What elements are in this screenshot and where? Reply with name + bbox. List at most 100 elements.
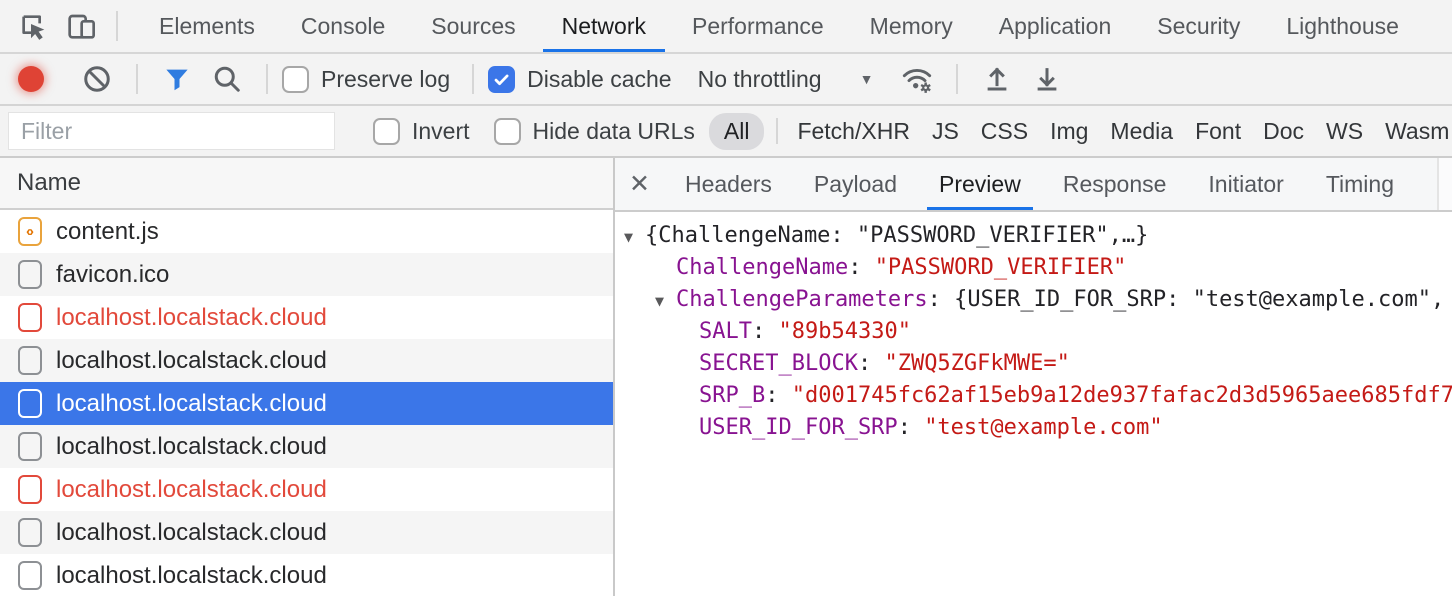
code-glyph: ‹›: [26, 224, 34, 239]
request-row[interactable]: localhost.localstack.cloud: [0, 425, 613, 468]
record-icon[interactable]: [18, 66, 44, 92]
request-name: localhost.localstack.cloud: [56, 347, 327, 375]
device-toolbar-icon[interactable]: [64, 9, 98, 43]
tab-console[interactable]: Console: [278, 0, 408, 52]
divider: [472, 64, 474, 94]
filter-type-ws[interactable]: WS: [1315, 106, 1374, 156]
json-string-value: "PASSWORD_VERIFIER": [875, 255, 1127, 280]
request-name: localhost.localstack.cloud: [56, 433, 327, 461]
detail-tab-headers[interactable]: Headers: [673, 158, 784, 210]
filter-bar: Invert Hide data URLs All Fetch/XHRJSCSSI…: [0, 106, 1452, 158]
request-name: favicon.ico: [56, 261, 169, 289]
detail-tab-bar: ✕ Headers Payload Preview Response Initiator…: [615, 158, 1452, 212]
json-tree-line[interactable]: SRP_B: "d001745fc62af15eb9a12de937fafac2…: [615, 380, 1452, 412]
throttling-select[interactable]: No throttling ▼: [698, 66, 874, 93]
json-text: :: [898, 415, 925, 440]
filter-funnel-icon[interactable]: [161, 63, 193, 95]
checkbox-unchecked[interactable]: [282, 66, 309, 93]
filter-type-css[interactable]: CSS: [970, 106, 1039, 156]
json-text: :: [848, 255, 875, 280]
clear-icon[interactable]: [81, 63, 113, 95]
detail-tabs: Headers Payload Preview Response Initiator Ti…: [664, 158, 1415, 210]
document-file-icon: [18, 346, 42, 375]
invert-label: Invert: [412, 118, 470, 145]
filter-type-wasm[interactable]: Wasm: [1374, 106, 1452, 156]
resource-type-filters: AllFetch/XHRJSCSSImgMediaFontDocWSWasmMa…: [695, 106, 1452, 156]
json-tree-line[interactable]: ChallengeName: "PASSWORD_VERIFIER": [615, 252, 1452, 284]
request-row[interactable]: localhost.localstack.cloud: [0, 468, 613, 511]
detail-tab-preview[interactable]: Preview: [927, 158, 1033, 210]
throttling-value: No throttling: [698, 66, 822, 93]
request-name: localhost.localstack.cloud: [56, 390, 327, 418]
json-string-value: "test@example.com": [924, 415, 1162, 440]
script-file-icon: ‹›: [18, 217, 42, 246]
json-key: SECRET_BLOCK: [699, 351, 858, 376]
checkbox-unchecked[interactable]: [373, 118, 400, 145]
request-rows: ‹›content.js favicon.ico localhost.localst…: [0, 210, 613, 596]
json-tree-line[interactable]: SECRET_BLOCK: "ZWQ5ZGFkMWE=": [615, 348, 1452, 380]
detail-tab-timing[interactable]: Timing: [1314, 158, 1406, 210]
disclosure-triangle-icon[interactable]: ▼: [624, 221, 633, 253]
tab-memory[interactable]: Memory: [847, 0, 976, 52]
request-row[interactable]: localhost.localstack.cloud: [0, 511, 613, 554]
preserve-log-label: Preserve log: [321, 66, 450, 93]
filter-type-doc[interactable]: Doc: [1252, 106, 1315, 156]
filter-type-media[interactable]: Media: [1099, 106, 1184, 156]
divider: [776, 118, 778, 144]
checkbox-unchecked[interactable]: [494, 118, 521, 145]
request-row[interactable]: localhost.localstack.cloud: [0, 382, 613, 425]
checkbox-checked[interactable]: [488, 66, 515, 93]
scrollbar-gutter[interactable]: [1437, 158, 1452, 210]
tab-application[interactable]: Application: [976, 0, 1135, 52]
document-file-icon: [18, 518, 42, 547]
request-row[interactable]: localhost.localstack.cloud: [0, 296, 613, 339]
divider: [116, 11, 118, 41]
detail-tab-initiator[interactable]: Initiator: [1196, 158, 1295, 210]
disable-cache-checkbox[interactable]: Disable cache: [488, 66, 671, 93]
request-row[interactable]: ‹›content.js: [0, 210, 613, 253]
network-conditions-icon[interactable]: [901, 63, 933, 95]
detail-tab-payload[interactable]: Payload: [802, 158, 909, 210]
hide-data-urls-checkbox[interactable]: Hide data URLs: [494, 118, 695, 145]
tab-performance[interactable]: Performance: [669, 0, 847, 52]
preserve-log-checkbox[interactable]: Preserve log: [282, 66, 450, 93]
search-icon[interactable]: [211, 63, 243, 95]
tab-network[interactable]: Network: [539, 0, 669, 52]
json-tree-line[interactable]: ▼{ChallengeName: "PASSWORD_VERIFIER",…}: [615, 220, 1452, 252]
json-text: :: [858, 351, 885, 376]
json-string-value: "d001745fc62af15eb9a12de937fafac2d3d5965…: [792, 383, 1452, 408]
filter-type-js[interactable]: JS: [921, 106, 970, 156]
filter-type-fetch-xhr[interactable]: Fetch/XHR: [786, 106, 920, 156]
tab-lighthouse[interactable]: Lighthouse: [1263, 0, 1422, 52]
tab-elements[interactable]: Elements: [136, 0, 278, 52]
request-row[interactable]: localhost.localstack.cloud: [0, 554, 613, 596]
hide-data-urls-label: Hide data URLs: [533, 118, 695, 145]
request-row[interactable]: localhost.localstack.cloud: [0, 339, 613, 382]
json-preview-tree: ▼{ChallengeName: "PASSWORD_VERIFIER",…}C…: [615, 212, 1452, 596]
import-har-icon[interactable]: [981, 63, 1013, 95]
export-har-icon[interactable]: [1031, 63, 1063, 95]
json-tree-line[interactable]: USER_ID_FOR_SRP: "test@example.com": [615, 412, 1452, 444]
request-row[interactable]: favicon.ico: [0, 253, 613, 296]
json-string-value: "89b54330": [778, 319, 910, 344]
detail-tab-response[interactable]: Response: [1051, 158, 1179, 210]
tab-security[interactable]: Security: [1134, 0, 1263, 52]
request-name: localhost.localstack.cloud: [56, 476, 327, 504]
request-detail-panel: ✕ Headers Payload Preview Response Initiator…: [615, 158, 1452, 596]
json-tree-line[interactable]: ▼ChallengeParameters: {USER_ID_FOR_SRP: …: [615, 284, 1452, 316]
name-column-header[interactable]: Name: [0, 158, 613, 210]
tab-sources[interactable]: Sources: [408, 0, 538, 52]
json-string-value: "ZWQ5ZGFkMWE=": [884, 351, 1069, 376]
filter-type-font[interactable]: Font: [1184, 106, 1252, 156]
json-text: :: [765, 383, 792, 408]
filter-type-all[interactable]: All: [709, 113, 765, 150]
inspect-element-icon[interactable]: [16, 9, 50, 43]
divider: [266, 64, 268, 94]
filter-type-img[interactable]: Img: [1039, 106, 1099, 156]
close-icon[interactable]: ✕: [629, 169, 650, 199]
filter-input[interactable]: [8, 112, 335, 150]
divider: [956, 64, 958, 94]
json-tree-line[interactable]: SALT: "89b54330": [615, 316, 1452, 348]
invert-checkbox[interactable]: Invert: [373, 118, 470, 145]
disclosure-triangle-icon[interactable]: ▼: [655, 285, 664, 317]
